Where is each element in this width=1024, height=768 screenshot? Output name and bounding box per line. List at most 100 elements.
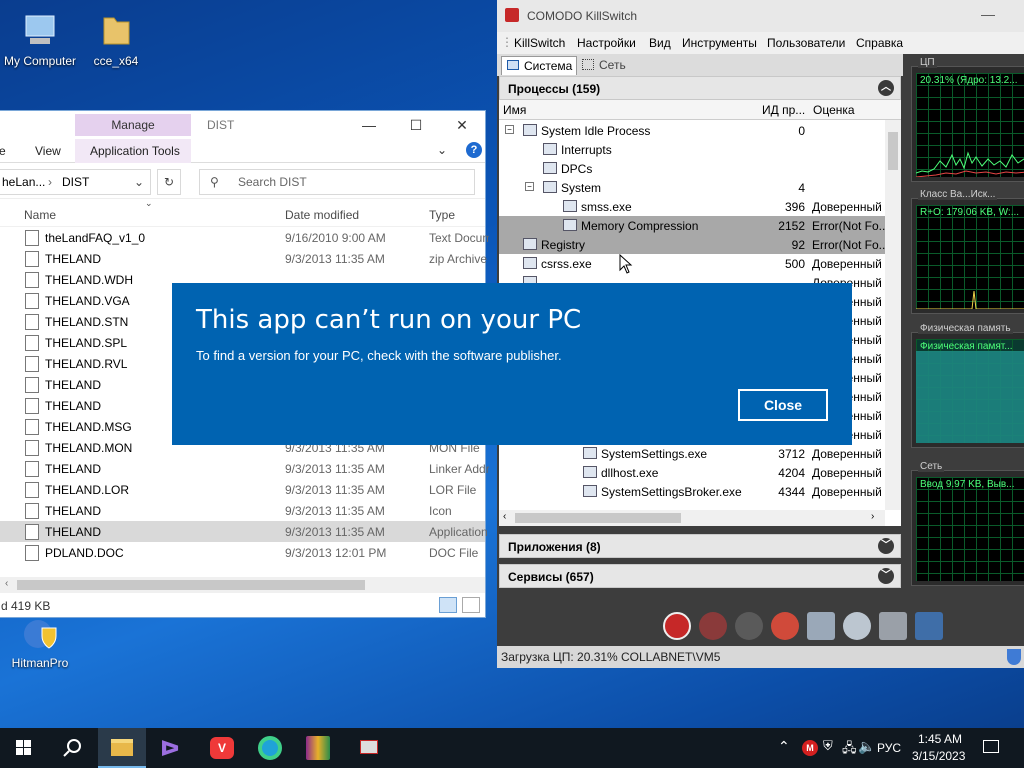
magnifier-icon[interactable] bbox=[843, 612, 871, 640]
taskbar-app-winrar[interactable] bbox=[294, 728, 342, 768]
antivirus-tray-icon[interactable]: M bbox=[802, 740, 818, 756]
menu-help[interactable]: Справка bbox=[856, 36, 903, 50]
process-row[interactable]: SystemSettings.exe 3712 Доверенный bbox=[499, 444, 885, 463]
graph-readout: Физическая памят... bbox=[920, 341, 1013, 352]
process-row[interactable]: Registry 92 Error(Not Fo... bbox=[499, 235, 885, 254]
close-button[interactable]: Close bbox=[738, 389, 828, 421]
tab-system[interactable]: Система bbox=[501, 56, 578, 75]
column-rating[interactable]: Оценка bbox=[813, 103, 855, 117]
process-row[interactable]: dllhost.exe 4204 Доверенный bbox=[499, 463, 885, 482]
clock-time[interactable]: 1:45 AM bbox=[918, 732, 962, 746]
disk-icon[interactable] bbox=[879, 612, 907, 640]
taskbar-app-visual-studio[interactable]: ᐅ bbox=[148, 728, 196, 768]
ribbon-tab-application-tools[interactable]: Application Tools bbox=[90, 144, 180, 158]
process-row[interactable]: Interrupts bbox=[499, 140, 885, 159]
breadcrumb-parent[interactable]: heLan... bbox=[2, 175, 45, 189]
horizontal-scrollbar[interactable]: ‹ bbox=[0, 577, 485, 593]
show-hidden-icons[interactable]: ⌃ bbox=[778, 738, 790, 755]
taskbar-app-file-explorer[interactable] bbox=[98, 728, 146, 768]
process-row[interactable]: DPCs bbox=[499, 159, 885, 178]
maximize-button[interactable]: ☐ bbox=[401, 115, 431, 135]
notifications-icon[interactable] bbox=[983, 740, 999, 753]
scroll-left-icon[interactable]: ‹ bbox=[5, 578, 8, 589]
process-row[interactable]: csrss.exe 500 Доверенный bbox=[499, 254, 885, 273]
menu-bar: ⋮ KillSwitch Настройки Вид Инструменты П… bbox=[497, 32, 1024, 54]
menu-view[interactable]: Вид bbox=[649, 36, 671, 50]
ribbon-tab-view[interactable]: View bbox=[35, 144, 61, 158]
details-view-icon[interactable] bbox=[439, 597, 457, 613]
volume-icon[interactable]: 🔈 bbox=[858, 738, 875, 755]
column-pid[interactable]: ИД пр... bbox=[762, 103, 805, 117]
applications-section-header[interactable]: Приложения (8) ﹀ bbox=[499, 534, 901, 558]
clock-date[interactable]: 3/15/2023 bbox=[912, 749, 965, 763]
file-row[interactable]: THELAND 9/3/2013 11:35 AM Linker Addr bbox=[0, 458, 489, 479]
chart-icon[interactable] bbox=[771, 612, 799, 640]
desktop-icon-my-computer[interactable]: My Computer bbox=[0, 10, 80, 68]
menu-killswitch[interactable]: KillSwitch bbox=[514, 36, 565, 50]
tools-icon[interactable] bbox=[735, 612, 763, 640]
process-icon bbox=[523, 238, 537, 250]
menu-settings[interactable]: Настройки bbox=[577, 36, 636, 50]
search-button[interactable] bbox=[48, 728, 96, 768]
gear-icon[interactable] bbox=[699, 612, 727, 640]
menu-users[interactable]: Пользователи bbox=[767, 36, 845, 50]
manage-tab[interactable]: Manage bbox=[75, 114, 191, 136]
chevron-down-icon[interactable]: ⌄ bbox=[134, 175, 144, 189]
vertical-scrollbar[interactable] bbox=[885, 120, 901, 510]
close-window-button[interactable]: ✕ bbox=[447, 115, 477, 135]
scrollbar-thumb[interactable] bbox=[888, 132, 898, 170]
file-row[interactable]: theLandFAQ_v1_0 9/16/2010 9:00 AM Text Doc… bbox=[0, 227, 489, 248]
process-row[interactable]: − System 4 bbox=[499, 178, 885, 197]
help-icon[interactable]: ? bbox=[466, 142, 482, 158]
large-icons-view-icon[interactable] bbox=[462, 597, 480, 613]
minimize-button[interactable]: — bbox=[354, 115, 384, 135]
tab-network[interactable]: Сеть bbox=[577, 56, 630, 75]
file-row[interactable]: THELAND 9/3/2013 11:35 AM Application bbox=[0, 521, 488, 542]
collapse-icon[interactable]: ︿ bbox=[878, 80, 894, 96]
column-name[interactable]: Имя bbox=[503, 103, 526, 117]
scrollbar-thumb[interactable] bbox=[515, 513, 681, 523]
scrollbar-thumb[interactable] bbox=[17, 580, 365, 590]
breadcrumb-current[interactable]: DIST bbox=[62, 175, 89, 189]
address-bar[interactable]: heLan... › DIST ⌄ bbox=[0, 169, 151, 195]
processes-section-header[interactable]: Процессы (159) ︿ bbox=[499, 76, 901, 100]
search-window-icon[interactable] bbox=[807, 612, 835, 640]
ribbon-tab-home[interactable]: e bbox=[0, 144, 6, 158]
input-language[interactable]: РУС bbox=[877, 741, 901, 755]
tree-collapse-icon[interactable]: − bbox=[525, 182, 534, 191]
process-row[interactable]: SystemSettingsBroker.exe 4344 Доверенный bbox=[499, 482, 885, 501]
process-row[interactable]: Memory Compression 2152 Error(Not Fo... bbox=[499, 216, 885, 235]
monitor-icon bbox=[507, 60, 519, 70]
minimize-button[interactable]: — bbox=[981, 6, 995, 22]
file-row[interactable]: THELAND 9/3/2013 11:35 AM zip Archive bbox=[0, 248, 487, 269]
column-date-modified[interactable]: Date modified bbox=[285, 208, 359, 222]
taskbar-app-edge[interactable] bbox=[246, 728, 294, 768]
taskbar-app-killswitch[interactable] bbox=[344, 728, 392, 768]
file-row[interactable]: THELAND 9/3/2013 11:35 AM Icon bbox=[0, 500, 485, 521]
expand-icon[interactable]: ﹀ bbox=[878, 568, 894, 584]
desktop-icon-hitmanpro[interactable]: HitmanPro bbox=[0, 616, 80, 670]
monitor-pulse-icon[interactable] bbox=[915, 612, 943, 640]
search-input[interactable]: ⚲ Search DIST bbox=[199, 169, 475, 195]
menu-tools[interactable]: Инструменты bbox=[682, 36, 757, 50]
scroll-left-icon[interactable]: ‹ bbox=[503, 511, 506, 522]
process-row[interactable]: − System Idle Process 0 bbox=[499, 121, 885, 140]
column-type[interactable]: Type bbox=[429, 208, 455, 222]
services-section-header[interactable]: Сервисы (657) ﹀ bbox=[499, 564, 901, 588]
start-button[interactable] bbox=[0, 728, 48, 768]
taskbar-app-vivaldi[interactable]: V bbox=[198, 728, 246, 768]
scroll-right-icon[interactable]: › bbox=[871, 511, 874, 522]
process-row[interactable]: smss.exe 396 Доверенный bbox=[499, 197, 885, 216]
file-row[interactable]: PDLAND.DOC 9/3/2013 12:01 PM DOC File bbox=[0, 542, 485, 563]
horizontal-scrollbar[interactable]: ‹ › bbox=[499, 510, 885, 526]
security-tray-icon[interactable]: ⛨ bbox=[823, 738, 833, 754]
expand-ribbon-icon[interactable]: ⌄ bbox=[437, 143, 447, 157]
file-row[interactable]: THELAND.LOR 9/3/2013 11:35 AM LOR File bbox=[0, 479, 485, 500]
refresh-button[interactable]: ↻ bbox=[157, 169, 181, 195]
desktop-icon-cce-x64[interactable]: cce_x64 bbox=[76, 10, 156, 68]
column-name[interactable]: Name bbox=[24, 208, 56, 222]
network-tray-icon[interactable]: 🖧 bbox=[842, 739, 857, 761]
comodo-logo-icon[interactable] bbox=[663, 612, 691, 640]
tree-collapse-icon[interactable]: − bbox=[505, 125, 514, 134]
expand-icon[interactable]: ﹀ bbox=[878, 538, 894, 554]
